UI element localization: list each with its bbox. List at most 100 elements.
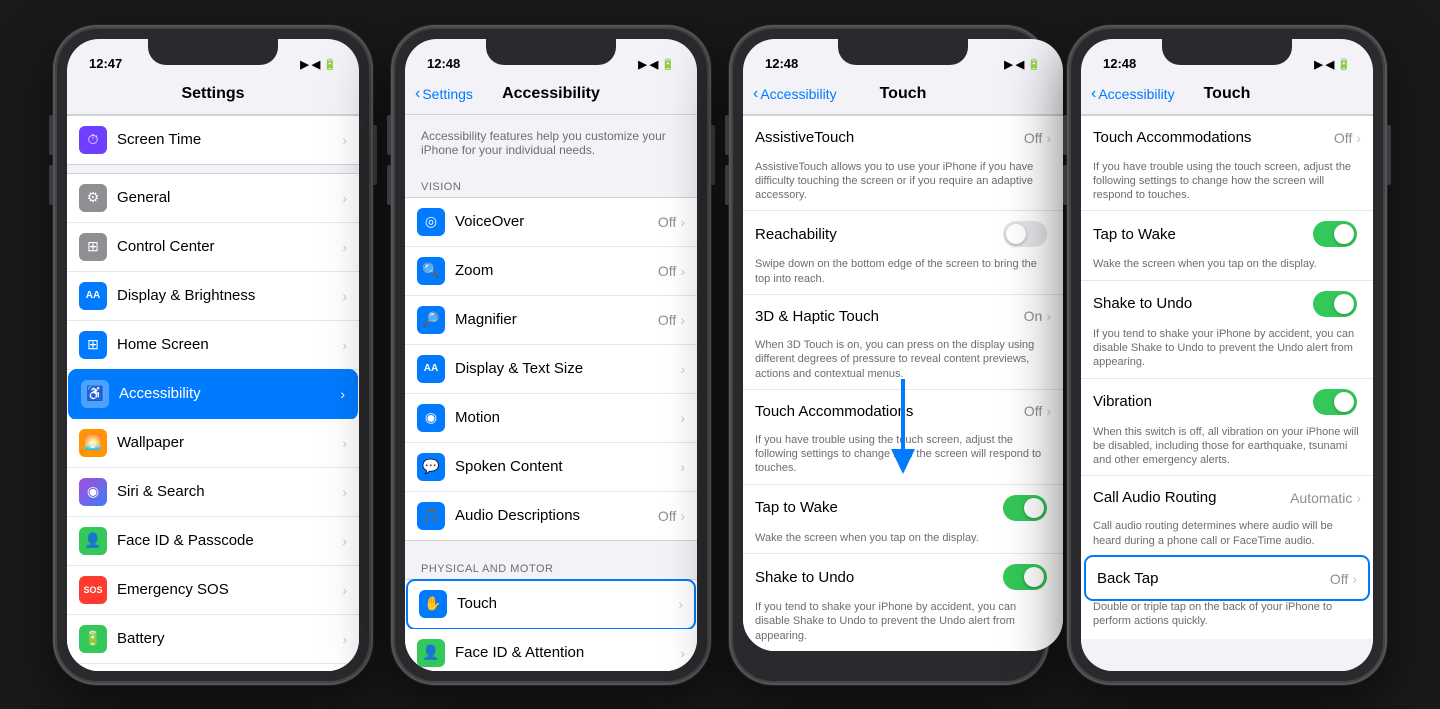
magnifier-chevron: › xyxy=(680,312,685,328)
phone-screen-1: 12:47 ▶ ◀ 🔋 Settings ⏱ Screen Time › xyxy=(67,39,359,671)
audio-routing-row[interactable]: Call Audio Routing Automatic › xyxy=(1081,475,1373,519)
notch-1 xyxy=(148,39,278,65)
vol-down-button xyxy=(49,165,53,205)
phone-screen-3: 12:48 ▶ ◀ 🔋 ‹ Accessibility Touch Assist… xyxy=(743,39,1063,651)
touch-accomm-value-p3: Off xyxy=(1024,403,1042,419)
settings-group-main-1: ⏱ Screen Time › xyxy=(67,115,359,165)
shake-undo-row-p4[interactable]: Shake to Undo xyxy=(1081,280,1373,327)
battery-label: Battery xyxy=(117,630,342,647)
display-label: Display & Brightness xyxy=(117,287,342,304)
spoken-content-row[interactable]: 💬 Spoken Content › xyxy=(405,443,697,492)
vision-header: VISION xyxy=(405,167,697,197)
tap-wake-row-p3[interactable]: Tap to Wake xyxy=(743,484,1063,531)
phone-screen-4: 12:48 ▶ ◀ 🔋 ‹ Accessibility Touch Touch … xyxy=(1081,39,1373,671)
tap-wake-row-p4[interactable]: Tap to Wake xyxy=(1081,210,1373,257)
side-button-2 xyxy=(711,125,715,185)
accessibility-label: Accessibility xyxy=(119,385,340,402)
settings-row-sos[interactable]: SOS Emergency SOS › xyxy=(67,566,359,615)
spoken-content-chevron: › xyxy=(680,459,685,475)
magnifier-row[interactable]: 🔎 Magnifier Off › xyxy=(405,296,697,345)
touch-accomm-desc-p3: If you have trouble using the touch scre… xyxy=(743,433,1063,484)
display-text-row[interactable]: AA Display & Text Size › xyxy=(405,345,697,394)
status-time-3: 12:48 xyxy=(765,56,798,71)
home-screen-icon: ⊞ xyxy=(79,331,107,359)
tap-wake-thumb-p3 xyxy=(1024,498,1044,518)
tap-wake-label-p3: Tap to Wake xyxy=(755,499,1003,516)
nav-back-3[interactable]: ‹ Accessibility xyxy=(753,85,837,103)
notch-4 xyxy=(1162,39,1292,65)
shake-undo-toggle-p4[interactable] xyxy=(1313,291,1357,317)
vol-up-button-3 xyxy=(725,115,729,155)
nav-back-4[interactable]: ‹ Accessibility xyxy=(1091,85,1175,103)
notch-3 xyxy=(838,39,968,65)
assistivetouch-row[interactable]: AssistiveTouch Off › xyxy=(743,116,1063,160)
zoom-row[interactable]: 🔍 Zoom Off › xyxy=(405,247,697,296)
assistivetouch-chevron: › xyxy=(1046,130,1051,146)
settings-row-wallpaper[interactable]: 🌅 Wallpaper › xyxy=(67,419,359,468)
sos-icon: SOS xyxy=(79,576,107,604)
voiceover-row[interactable]: ◎ VoiceOver Off › xyxy=(405,198,697,247)
shake-undo-row-p3[interactable]: Shake to Undo xyxy=(743,553,1063,600)
vibration-row-p4[interactable]: Vibration xyxy=(1081,378,1373,425)
settings-row-display[interactable]: AA Display & Brightness › xyxy=(67,272,359,321)
spoken-content-icon: 💬 xyxy=(417,453,445,481)
back-chevron-2: ‹ xyxy=(415,85,420,103)
settings-row-faceid[interactable]: 👤 Face ID & Passcode › xyxy=(67,517,359,566)
haptic-touch-row[interactable]: 3D & Haptic Touch On › xyxy=(743,294,1063,338)
audio-routing-value: Automatic xyxy=(1290,490,1352,506)
vibration-label-p4: Vibration xyxy=(1093,393,1313,410)
reachability-row[interactable]: Reachability xyxy=(743,210,1063,257)
touch-accomm-row-p4[interactable]: Touch Accommodations Off › xyxy=(1081,116,1373,160)
nav-back-label-4: Accessibility xyxy=(1098,86,1174,102)
spoken-content-label: Spoken Content xyxy=(455,458,680,475)
tap-wake-desc-p4: Wake the screen when you tap on the disp… xyxy=(1081,257,1373,279)
reachability-label: Reachability xyxy=(755,226,1003,243)
screen-content-3: AssistiveTouch Off › AssistiveTouch allo… xyxy=(743,115,1063,651)
faceid-chevron: › xyxy=(342,533,347,549)
siri-chevron: › xyxy=(342,484,347,500)
tap-wake-desc-p3: Wake the screen when you tap on the disp… xyxy=(743,531,1063,553)
zoom-label: Zoom xyxy=(455,262,658,279)
faceid-attn-row[interactable]: 👤 Face ID & Attention › xyxy=(405,629,697,671)
settings-row-battery[interactable]: 🔋 Battery › xyxy=(67,615,359,664)
home-screen-label: Home Screen xyxy=(117,336,342,353)
shake-undo-toggle-p3[interactable] xyxy=(1003,564,1047,590)
status-time-4: 12:48 xyxy=(1103,56,1136,71)
settings-row-siri[interactable]: ◉ Siri & Search › xyxy=(67,468,359,517)
settings-row-privacy[interactable]: ✋ Privacy › xyxy=(67,664,359,671)
reachability-toggle[interactable] xyxy=(1003,221,1047,247)
settings-row-accessibility[interactable]: ♿ Accessibility › xyxy=(69,370,357,419)
phone-1: 12:47 ▶ ◀ 🔋 Settings ⏱ Screen Time › xyxy=(53,25,373,685)
settings-row-home-screen[interactable]: ⊞ Home Screen › xyxy=(67,321,359,370)
voiceover-icon: ◎ xyxy=(417,208,445,236)
tap-wake-toggle-p4[interactable] xyxy=(1313,221,1357,247)
audio-routing-desc: Call audio routing determines where audi… xyxy=(1081,519,1373,556)
touch-accomm-chevron-p3: › xyxy=(1046,403,1051,419)
audio-desc-row[interactable]: 🎵 Audio Descriptions Off › xyxy=(405,492,697,540)
settings-row-screen-time[interactable]: ⏱ Screen Time › xyxy=(67,116,359,164)
settings-row-general[interactable]: ⚙ General › xyxy=(67,174,359,223)
vol-up-button-2 xyxy=(387,115,391,155)
motion-label: Motion xyxy=(455,409,680,426)
general-label: General xyxy=(117,189,342,206)
reachability-thumb xyxy=(1006,224,1026,244)
phone-3: 12:48 ▶ ◀ 🔋 ‹ Accessibility Touch Assist… xyxy=(729,25,1049,685)
nav-title-3: Touch xyxy=(880,85,927,103)
screen-content-2: Accessibility features help you customiz… xyxy=(405,115,697,671)
wallpaper-chevron: › xyxy=(342,435,347,451)
motion-row[interactable]: ◉ Motion › xyxy=(405,394,697,443)
vibration-toggle-p4[interactable] xyxy=(1313,389,1357,415)
display-text-label: Display & Text Size xyxy=(455,360,680,377)
back-tap-row[interactable]: Back Tap Off › xyxy=(1085,556,1369,600)
touch-detail-group: Touch Accommodations Off › If you have t… xyxy=(1081,115,1373,639)
phone-2: 12:48 ▶ ◀ 🔋 ‹ Settings Accessibility Acc… xyxy=(391,25,711,685)
vol-up-button-4 xyxy=(1063,115,1067,155)
nav-bar-3: ‹ Accessibility Touch xyxy=(743,75,1063,115)
touch-accomm-row-p3[interactable]: Touch Accommodations Off › xyxy=(743,389,1063,433)
nav-back-2[interactable]: ‹ Settings xyxy=(415,85,473,103)
screen-time-icon: ⏱ xyxy=(79,126,107,154)
audio-desc-label: Audio Descriptions xyxy=(455,507,658,524)
touch-row[interactable]: ✋ Touch › xyxy=(407,580,695,629)
settings-row-control-center[interactable]: ⊞ Control Center › xyxy=(67,223,359,272)
tap-wake-toggle-p3[interactable] xyxy=(1003,495,1047,521)
